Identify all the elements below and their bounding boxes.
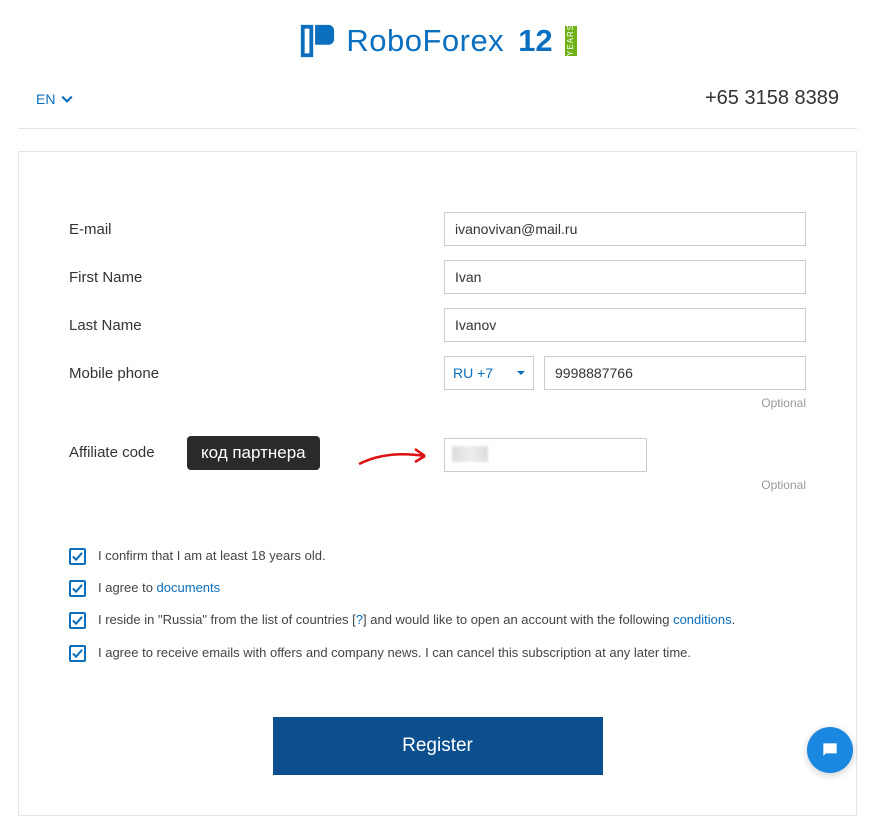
email-row: E-mail (69, 212, 806, 246)
arrow-icon (357, 446, 437, 470)
phone-code-value: RU +7 (453, 365, 493, 381)
checkbox-emails[interactable] (69, 645, 86, 662)
lastname-row: Last Name (69, 308, 806, 342)
anniversary-badge: YEARS (565, 26, 577, 56)
check-emails: I agree to receive emails with offers an… (69, 644, 806, 662)
affiliate-label: Affiliate code код партнера (69, 438, 444, 461)
chat-icon (820, 740, 840, 760)
phone-optional: Optional (444, 396, 806, 410)
header: RoboForex 12 YEARS (0, 0, 875, 75)
phone-input[interactable] (544, 356, 806, 390)
check-age: I confirm that I am at least 18 years ol… (69, 547, 806, 565)
firstname-label: First Name (69, 269, 444, 286)
documents-link[interactable]: documents (157, 580, 221, 595)
check-docs-text: I agree to documents (98, 579, 220, 597)
chat-button[interactable] (807, 727, 853, 773)
check-country-text: I reside in "Russia" from the list of co… (98, 611, 735, 629)
check-country: I reside in "Russia" from the list of co… (69, 611, 806, 629)
language-selector[interactable]: EN (36, 91, 73, 107)
topbar: EN +65 3158 8389 (18, 75, 857, 129)
affiliate-tooltip: код партнера (187, 436, 320, 470)
affiliate-label-text: Affiliate code (69, 444, 155, 461)
register-button[interactable]: Register (273, 717, 603, 775)
firstname-input[interactable] (444, 260, 806, 294)
checkbox-age[interactable] (69, 548, 86, 565)
affiliate-row: Affiliate code код партнера (69, 438, 806, 472)
logo[interactable]: RoboForex 12 YEARS (298, 22, 576, 60)
registration-form: E-mail First Name Last Name Mobile phone… (18, 151, 857, 816)
contact-phone[interactable]: +65 3158 8389 (705, 87, 839, 110)
redacted-value (452, 446, 488, 462)
language-label: EN (36, 91, 55, 107)
lastname-input[interactable] (444, 308, 806, 342)
check-docs: I agree to documents (69, 579, 806, 597)
phone-row: Mobile phone RU +7 (69, 356, 806, 390)
brand-name: RoboForex (346, 23, 504, 59)
caret-down-icon (517, 369, 525, 377)
check-emails-text: I agree to receive emails with offers an… (98, 644, 691, 662)
agreements: I confirm that I am at least 18 years ol… (69, 547, 806, 662)
logo-icon (298, 22, 336, 60)
lastname-label: Last Name (69, 317, 444, 334)
affiliate-optional: Optional (444, 478, 806, 492)
checkbox-docs[interactable] (69, 580, 86, 597)
checkbox-country[interactable] (69, 612, 86, 629)
email-input[interactable] (444, 212, 806, 246)
anniversary-number: 12 (518, 23, 552, 59)
phone-code-select[interactable]: RU +7 (444, 356, 534, 390)
email-label: E-mail (69, 221, 444, 238)
firstname-row: First Name (69, 260, 806, 294)
chevron-down-icon (61, 93, 73, 105)
country-help-link[interactable]: ? (356, 612, 363, 627)
check-age-text: I confirm that I am at least 18 years ol… (98, 547, 326, 565)
phone-label: Mobile phone (69, 365, 444, 382)
conditions-link[interactable]: conditions (673, 612, 732, 627)
